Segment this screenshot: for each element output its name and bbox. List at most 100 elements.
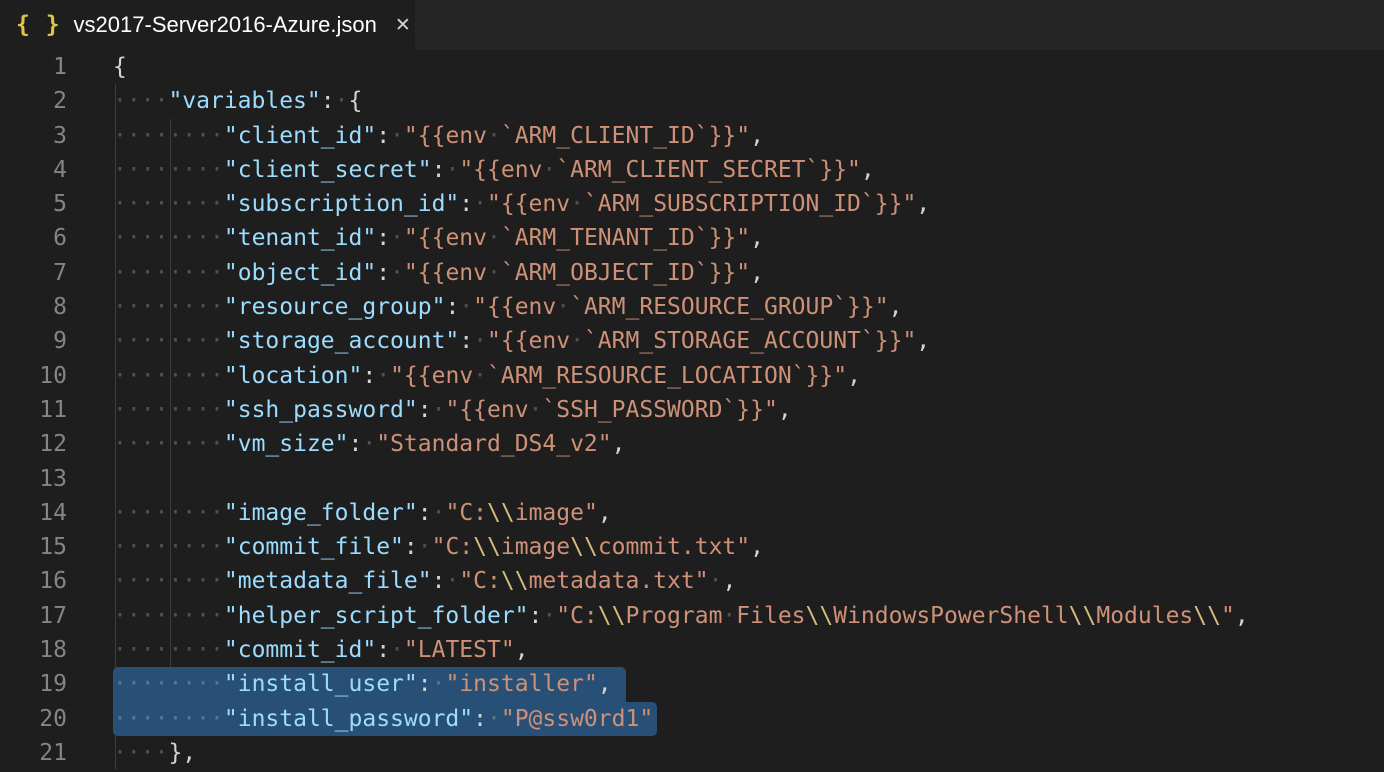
whitespace-dot: · bbox=[182, 363, 196, 389]
line-number[interactable]: 6 bbox=[0, 221, 67, 255]
whitespace-dot: · bbox=[113, 260, 127, 286]
token-str: "{{env bbox=[487, 328, 570, 354]
token-str: Modules bbox=[1096, 603, 1193, 629]
line-number[interactable]: 4 bbox=[0, 153, 67, 187]
whitespace-dot: · bbox=[196, 363, 210, 389]
line-number[interactable]: 15 bbox=[0, 530, 67, 564]
whitespace-dot: · bbox=[182, 706, 196, 732]
code-line[interactable]: 2····"variables":·{ bbox=[0, 84, 1384, 118]
whitespace-dot: · bbox=[141, 191, 155, 217]
whitespace-dot: · bbox=[210, 363, 224, 389]
whitespace-dot: · bbox=[113, 123, 127, 149]
code-line[interactable]: 16········"metadata_file":·"C:\\metadata… bbox=[0, 564, 1384, 598]
line-number[interactable]: 14 bbox=[0, 496, 67, 530]
whitespace-dot: · bbox=[709, 568, 723, 594]
code-line-text: ········"commit_file":·"C:\\image\\commi… bbox=[67, 530, 764, 564]
token-pun: : bbox=[404, 534, 418, 560]
code-line[interactable]: 14········"image_folder":·"C:\\image", bbox=[0, 496, 1384, 530]
whitespace-dot: · bbox=[127, 363, 141, 389]
line-number[interactable]: 8 bbox=[0, 290, 67, 324]
line-number[interactable]: 10 bbox=[0, 359, 67, 393]
code-line[interactable]: 8········"resource_group":·"{{env·`ARM_R… bbox=[0, 290, 1384, 324]
whitespace-dot: · bbox=[459, 294, 473, 320]
code-line[interactable]: 7········"object_id":·"{{env·`ARM_OBJECT… bbox=[0, 256, 1384, 290]
code-lines: 1{2····"variables":·{3········"client_id… bbox=[0, 50, 1384, 770]
line-number[interactable]: 16 bbox=[0, 564, 67, 598]
whitespace-dot: · bbox=[155, 260, 169, 286]
code-editor[interactable]: 1{2····"variables":·{3········"client_id… bbox=[0, 50, 1384, 772]
whitespace-dot: · bbox=[168, 397, 182, 423]
code-line[interactable]: 15········"commit_file":·"C:\\image\\com… bbox=[0, 530, 1384, 564]
whitespace-dot: · bbox=[127, 191, 141, 217]
line-number[interactable]: 7 bbox=[0, 256, 67, 290]
code-line[interactable]: 21····}, bbox=[0, 736, 1384, 770]
code-line[interactable]: 11········"ssh_password":·"{{env·`SSH_PA… bbox=[0, 393, 1384, 427]
whitespace-dot: · bbox=[542, 603, 556, 629]
token-key: "helper_script_folder" bbox=[224, 603, 529, 629]
line-number[interactable]: 21 bbox=[0, 736, 67, 770]
token-str: "C: bbox=[432, 534, 474, 560]
code-line[interactable]: 9········"storage_account":·"{{env·`ARM_… bbox=[0, 324, 1384, 358]
line-number[interactable]: 9 bbox=[0, 324, 67, 358]
token-str: `ARM_RESOURCE_LOCATION`}}" bbox=[487, 363, 847, 389]
whitespace-dot: · bbox=[141, 740, 155, 766]
whitespace-dot: · bbox=[141, 294, 155, 320]
whitespace-dot: · bbox=[182, 157, 196, 183]
line-number[interactable]: 12 bbox=[0, 427, 67, 461]
code-line[interactable]: 19········"install_user":·"installer", bbox=[0, 667, 1384, 701]
line-number[interactable]: 1 bbox=[0, 50, 67, 84]
whitespace-dot: · bbox=[210, 397, 224, 423]
whitespace-dot: · bbox=[196, 397, 210, 423]
line-number[interactable]: 2 bbox=[0, 84, 67, 118]
line-number[interactable]: 3 bbox=[0, 119, 67, 153]
code-line[interactable]: 5········"subscription_id":·"{{env·`ARM_… bbox=[0, 187, 1384, 221]
whitespace-dot: · bbox=[168, 123, 182, 149]
whitespace-dot: · bbox=[210, 260, 224, 286]
code-line[interactable]: 3········"client_id":·"{{env·`ARM_CLIENT… bbox=[0, 119, 1384, 153]
line-number[interactable]: 20 bbox=[0, 702, 67, 736]
token-str: "{{env bbox=[404, 123, 487, 149]
token-pun: , bbox=[598, 671, 612, 697]
token-str: `ARM_SUBSCRIPTION_ID`}}" bbox=[584, 191, 916, 217]
token-pun: , bbox=[750, 260, 764, 286]
code-line[interactable]: 12········"vm_size":·"Standard_DS4_v2", bbox=[0, 427, 1384, 461]
token-pun: : bbox=[418, 500, 432, 526]
line-number[interactable]: 18 bbox=[0, 633, 67, 667]
token-pun: : bbox=[473, 706, 487, 732]
line-number[interactable]: 11 bbox=[0, 393, 67, 427]
code-line-text bbox=[67, 462, 113, 496]
line-number[interactable]: 17 bbox=[0, 599, 67, 633]
code-line[interactable]: 13 bbox=[0, 462, 1384, 496]
token-pun: , bbox=[847, 363, 861, 389]
whitespace-dot: · bbox=[182, 431, 196, 457]
tab-close-icon[interactable]: ✕ bbox=[391, 12, 415, 38]
whitespace-dot: · bbox=[155, 328, 169, 354]
whitespace-dot: · bbox=[182, 191, 196, 217]
token-str: "LATEST" bbox=[404, 637, 515, 663]
whitespace-dot: · bbox=[141, 534, 155, 560]
code-line[interactable]: 17········"helper_script_folder":·"C:\\P… bbox=[0, 599, 1384, 633]
token-pun: , bbox=[889, 294, 903, 320]
line-number[interactable]: 5 bbox=[0, 187, 67, 221]
code-line[interactable]: 18········"commit_id":·"LATEST", bbox=[0, 633, 1384, 667]
code-line[interactable]: 10········"location":·"{{env·`ARM_RESOUR… bbox=[0, 359, 1384, 393]
code-line[interactable]: 20········"install_password":·"P@ssw0rd1… bbox=[0, 702, 1384, 736]
code-line[interactable]: 4········"client_secret":·"{{env·`ARM_CL… bbox=[0, 153, 1384, 187]
tab-title: vs2017-Server2016-Azure.json bbox=[74, 12, 377, 38]
code-line[interactable]: 6········"tenant_id":·"{{env·`ARM_TENANT… bbox=[0, 221, 1384, 255]
whitespace-dot: · bbox=[196, 260, 210, 286]
whitespace-dot: · bbox=[127, 534, 141, 560]
whitespace-dot: · bbox=[113, 603, 127, 629]
code-line[interactable]: 1{ bbox=[0, 50, 1384, 84]
tab-vs2017-server2016-azure-json[interactable]: { } vs2017-Server2016-Azure.json ✕ bbox=[0, 0, 415, 50]
code-line-text: ········"location":·"{{env·`ARM_RESOURCE… bbox=[67, 359, 861, 393]
whitespace-dot: · bbox=[196, 431, 210, 457]
token-pun: : bbox=[459, 328, 473, 354]
whitespace-dot: · bbox=[113, 534, 127, 560]
line-number[interactable]: 19 bbox=[0, 667, 67, 701]
whitespace-dot: · bbox=[141, 603, 155, 629]
whitespace-dot: · bbox=[182, 397, 196, 423]
line-number[interactable]: 13 bbox=[0, 462, 67, 496]
token-str: WindowsPowerShell bbox=[833, 603, 1068, 629]
token-pun: : bbox=[376, 225, 390, 251]
